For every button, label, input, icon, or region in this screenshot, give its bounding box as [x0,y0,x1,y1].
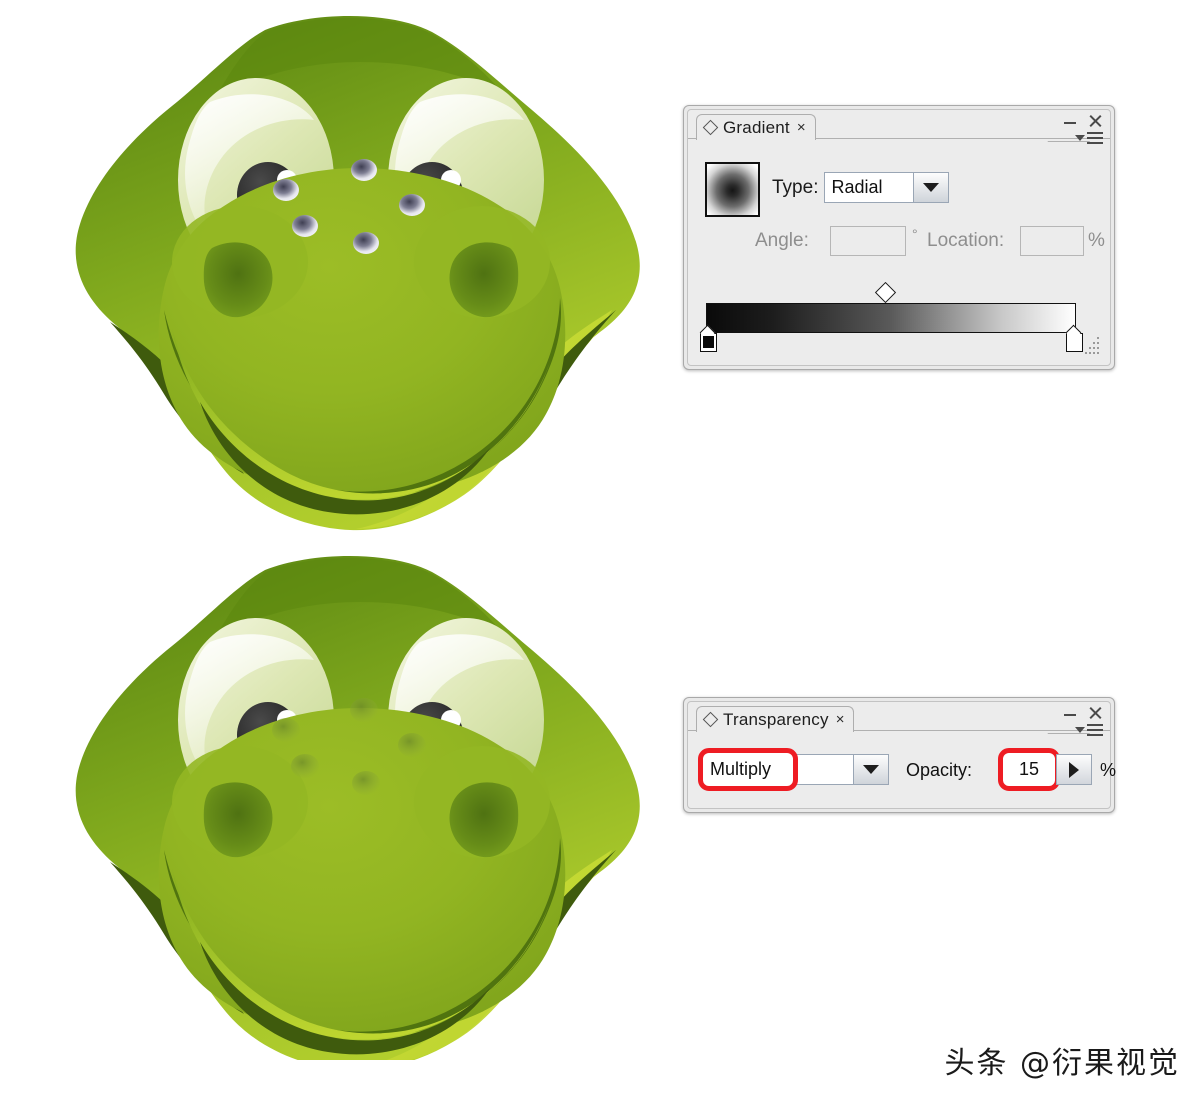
gradient-tab-label: Gradient [723,117,790,137]
tab-transparency[interactable]: Transparency × [696,706,855,732]
close-icon[interactable]: × [797,120,806,135]
transparency-window-controls [1063,704,1102,722]
diamond-icon [702,711,719,728]
blend-mode-highlight: Multiply [698,748,798,791]
panel-menu-icon[interactable] [1075,723,1103,739]
chevron-down-icon[interactable] [853,755,888,784]
opacity-unit: % [1100,760,1117,780]
gradient-location-input[interactable] [1020,226,1084,256]
gradient-panel: Gradient × Type: Radial Angle: ° Locatio… [683,105,1115,370]
gradient-angle-label: Angle: [755,230,809,251]
frog-illustration-top [60,10,660,540]
gradient-window-controls [1063,112,1102,130]
gradient-midpoint-handle[interactable] [874,281,897,304]
blend-mode-value: Multiply [710,759,772,779]
gradient-angle-input[interactable] [830,226,906,256]
hamburger-icon [1087,724,1103,739]
screenshot-canvas: Gradient × Type: Radial Angle: ° Locatio… [0,0,1200,1100]
transparency-panel: Transparency × Multiply Opacity: 15 % [683,697,1116,813]
hamburger-icon [1087,132,1103,147]
close-icon[interactable] [1088,114,1102,128]
gradient-location-unit: % [1088,230,1105,251]
watermark-text: 头条 @衍果视觉 [944,1046,1180,1081]
gradient-type-select[interactable]: Radial [824,172,950,203]
opacity-highlight: 15 [998,748,1060,791]
panel-menu-icon[interactable] [1075,131,1103,147]
gradient-panel-titlebar: Gradient × [688,110,1110,144]
gradient-type-value: Radial [831,177,883,197]
close-icon[interactable]: × [836,712,845,727]
tab-gradient[interactable]: Gradient × [696,114,816,140]
chevron-down-icon [1075,727,1085,733]
frog-illustration-bottom [60,550,660,1060]
gradient-slider-bar[interactable] [706,303,1076,333]
gradient-panel-body: Gradient × Type: Radial Angle: ° Locatio… [687,109,1111,366]
opacity-label: Opacity: [906,760,973,780]
chevron-down-icon[interactable] [913,173,949,202]
gradient-type-row: Type: Radial [772,172,950,203]
transparency-panel-titlebar: Transparency × [688,702,1110,736]
chevron-down-icon [1075,135,1085,141]
minimize-icon[interactable] [1063,114,1077,128]
chevron-right-icon [1069,761,1079,778]
resize-grip-icon[interactable] [1081,337,1103,359]
transparency-tab-label: Transparency [723,709,829,729]
minimize-icon[interactable] [1063,706,1077,720]
gradient-type-label: Type: [772,176,819,198]
opacity-stepper-button[interactable] [1056,754,1092,785]
gradient-stop-start[interactable] [699,324,717,352]
gradient-location-label: Location: [927,230,1005,251]
close-icon[interactable] [1088,706,1102,720]
radial-gradient-preview [707,164,758,215]
gradient-thumbnail[interactable] [705,162,760,217]
gradient-angle-unit: ° [912,226,918,242]
transparency-panel-body: Transparency × Multiply Opacity: 15 % [687,701,1116,809]
opacity-value[interactable]: 15 [1019,759,1039,780]
diamond-icon [702,119,719,136]
